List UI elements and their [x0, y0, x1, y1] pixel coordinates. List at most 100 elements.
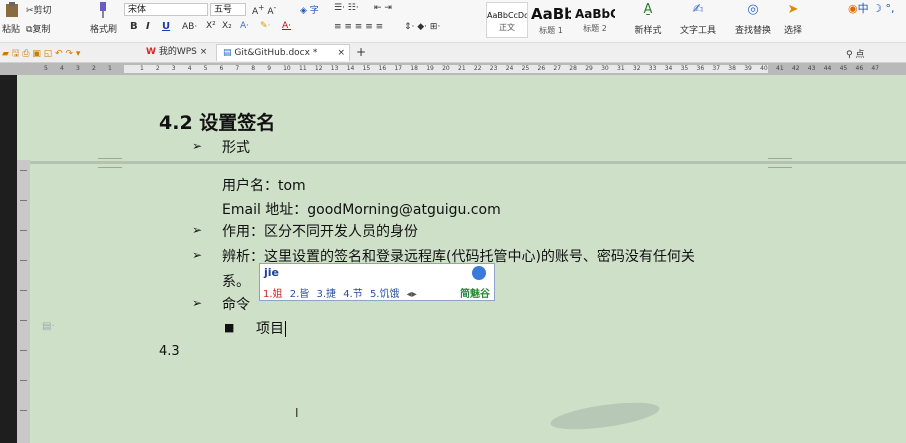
- line-spacing-button[interactable]: ⇕· ◆· ⊞·: [404, 22, 440, 32]
- ruler-tick-label: 43: [807, 65, 816, 72]
- margin-marker-left: [98, 158, 122, 168]
- font-name-select[interactable]: 宋体: [124, 3, 208, 16]
- ruler-tick-label: 37: [712, 65, 721, 72]
- vertical-ruler[interactable]: [17, 160, 30, 443]
- underline-button[interactable]: U: [162, 21, 170, 32]
- ruler-tick-label: 5: [203, 65, 208, 72]
- find-icon: ◎: [747, 2, 759, 17]
- ruler-tick-label: 3: [171, 65, 176, 72]
- ime-candidate-window[interactable]: jie 1.姐 2.皆 3.捷 4.节 5.饥饿 ◂▸ 简魅谷: [259, 263, 495, 301]
- strikethrough-button[interactable]: AB·: [182, 22, 197, 32]
- ruler-tick-label: 31: [617, 65, 625, 72]
- ime-candidate[interactable]: 3.捷: [316, 289, 336, 300]
- ruler-tick-label: 33: [648, 65, 657, 72]
- ime-candidate[interactable]: 5.饥饿: [370, 289, 400, 300]
- ruler-tick-label: 16: [378, 65, 387, 72]
- align-buttons[interactable]: ≡ ≡ ≡ ≡ ≡: [334, 22, 383, 32]
- ruler-tick-label: 1: [140, 65, 144, 72]
- ruler-tick-label: 46: [855, 65, 864, 72]
- italic-button[interactable]: I: [146, 21, 150, 32]
- copy-button[interactable]: ⧉复制: [26, 22, 50, 35]
- style-heading-2[interactable]: AaBbC 标题 2: [574, 2, 616, 38]
- section-heading: 4.2 设置签名: [159, 112, 276, 134]
- ruler-tick-label: 30: [601, 65, 609, 72]
- style-heading-1[interactable]: AaBb 标题 1: [530, 2, 572, 38]
- ruler-tick-label: 42: [791, 65, 800, 72]
- tab-bar: ▰ 🖫 ⎙ ▣ ◱ ↶ ↷ ▾ W 我的WPS × ▤ Git&GitHub.d…: [0, 43, 906, 63]
- tab-my-wps[interactable]: W 我的WPS ×: [146, 44, 207, 61]
- arrow-bullet-icon: ➢: [192, 296, 203, 310]
- text-tools-icon: ✍: [692, 2, 704, 17]
- ruler-tick-label: 25: [521, 65, 530, 72]
- paste-button[interactable]: 粘贴: [2, 2, 20, 35]
- ime-candidate[interactable]: 1.姐: [263, 289, 283, 300]
- ruler-tick-label: 47: [871, 65, 880, 72]
- cut-button[interactable]: ✂剪切: [26, 3, 52, 16]
- margin-marker-right: [768, 158, 792, 168]
- search-box[interactable]: ⚲ 点: [846, 47, 864, 60]
- ruler-tick-label: 19: [426, 65, 434, 72]
- ruler-tick-label: 5: [44, 65, 48, 72]
- ruler-tick-label: 27: [553, 65, 562, 72]
- superscript-button[interactable]: X²: [206, 21, 216, 31]
- close-tab-icon[interactable]: ×: [337, 45, 345, 62]
- ruler-tick-label: 34: [664, 65, 673, 72]
- scissors-icon: ✂: [26, 6, 34, 16]
- item-line[interactable]: 项目: [256, 318, 286, 338]
- ruler-tick-label: 8: [251, 65, 256, 72]
- find-replace-button[interactable]: ◎ 查找替换: [730, 2, 776, 36]
- style-normal[interactable]: AaBbCcDd 正文: [486, 2, 528, 38]
- ruler-tick-label: 29: [585, 65, 593, 72]
- command-line: 命令: [222, 297, 250, 313]
- paste-options-icon[interactable]: ▤·: [42, 321, 55, 332]
- new-style-button[interactable]: A̱ 新样式: [630, 2, 666, 36]
- ime-candidate[interactable]: 4.节: [343, 289, 363, 300]
- ruler-tick-label: 7: [235, 65, 240, 72]
- font-size-select[interactable]: 五号: [210, 3, 246, 16]
- font-color-button[interactable]: A·: [282, 21, 291, 31]
- analysis-line-2: 系。: [222, 274, 250, 290]
- bold-button[interactable]: B: [130, 21, 138, 32]
- ruler-tick-label: 2: [155, 65, 160, 72]
- ruler-tick-label: 2: [92, 65, 96, 72]
- bullets-button[interactable]: ☰· ☷·: [334, 3, 359, 13]
- ruler-tick-label: 11: [299, 65, 307, 72]
- arrow-bullet-icon: ➢: [192, 248, 203, 262]
- email-line: Email 地址：goodMorning@atguigu.com: [222, 202, 501, 218]
- ime-page-arrows-icon[interactable]: ◂▸: [407, 289, 417, 300]
- ruler-tick-label: 44: [823, 65, 832, 72]
- ime-candidate[interactable]: 2.皆: [290, 289, 310, 300]
- select-button[interactable]: ➤ 选择: [780, 2, 806, 36]
- purpose-line: 作用：区分不同开发人员的身份: [222, 224, 418, 240]
- text-tools-button[interactable]: ✍ 文字工具: [676, 2, 720, 36]
- grow-font-button[interactable]: A+ A-: [252, 3, 276, 17]
- text-effect-button[interactable]: A·: [240, 21, 249, 31]
- ime-logo-icon: ◉: [848, 2, 858, 15]
- highlight-button[interactable]: ✎·: [260, 21, 270, 31]
- ruler-tick-label: 23: [489, 65, 498, 72]
- new-tab-button[interactable]: +: [356, 44, 366, 61]
- document-canvas[interactable]: 4.2 设置签名 ➢ 形式 用户名：tom Email 地址：goodMorni…: [30, 75, 906, 443]
- arrow-bullet-icon: ➢: [192, 139, 203, 153]
- subscript-button[interactable]: X₂: [222, 21, 232, 31]
- ruler-tick-label: 24: [505, 65, 514, 72]
- ruler-tick-label: 3: [76, 65, 80, 72]
- indent-button[interactable]: ⇤ ⇥: [374, 3, 392, 13]
- ruler-tick-label: 26: [537, 65, 546, 72]
- format-painter-button[interactable]: 格式刷: [90, 22, 117, 35]
- ruler-tick-label: 1: [108, 65, 112, 72]
- ruler-tick-label: 36: [696, 65, 705, 72]
- horizontal-ruler[interactable]: 5 4 3 2 1 1 2 3 4 5 6 7 8 9 10 11 12 13 14 15 16 17 18 19 20 21 22…: [0, 63, 906, 75]
- new-style-icon: A̱: [643, 2, 653, 17]
- tab-document[interactable]: ▤ Git&GitHub.docx * ×: [216, 44, 350, 61]
- doc-icon: ▤: [223, 48, 232, 58]
- ruler-tick-label: 15: [362, 65, 371, 72]
- clipboard-icon: [6, 2, 18, 17]
- ime-input-text: jie: [264, 266, 280, 279]
- brush-icon: [100, 2, 106, 18]
- quick-access-toolbar[interactable]: ▰ 🖫 ⎙ ▣ ◱ ↶ ↷ ▾: [2, 46, 80, 62]
- clear-format-button[interactable]: ◈ 字: [300, 3, 319, 16]
- ruler-tick-label: 6: [219, 65, 224, 72]
- ime-status-bar[interactable]: ◉中 ☽ °,: [848, 0, 894, 16]
- ruler-tick-label: 13: [330, 65, 339, 72]
